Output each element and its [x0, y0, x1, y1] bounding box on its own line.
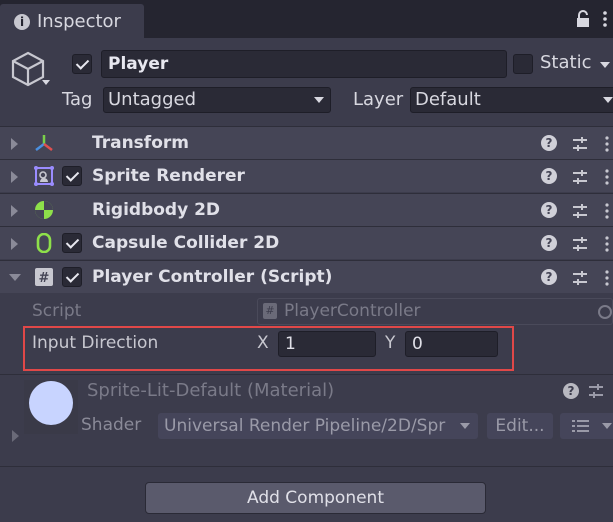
y-label: Y — [385, 333, 396, 353]
sprite-renderer-enabled-checkbox[interactable] — [62, 166, 82, 186]
material-sphere-icon — [29, 381, 73, 425]
script-reference-field: PlayerController — [257, 298, 613, 325]
object-picker-icon[interactable] — [598, 305, 612, 319]
script-file-icon: # — [263, 303, 277, 319]
layer-dropdown-arrow — [603, 97, 613, 103]
component-header-transform[interactable]: Transform ? — [0, 126, 613, 159]
help-icon[interactable]: ? — [541, 168, 557, 184]
foldout-arrow[interactable] — [11, 138, 18, 150]
component-title: Transform — [92, 133, 189, 153]
context-menu-icon[interactable] — [604, 269, 610, 287]
icon-dropdown-arrow[interactable] — [42, 80, 50, 85]
lock-icon[interactable] — [574, 10, 592, 28]
context-menu-icon[interactable] — [604, 202, 610, 220]
layer-dropdown[interactable]: Default — [410, 87, 613, 113]
component-title: Capsule Collider 2D — [92, 233, 280, 253]
presets-icon[interactable] — [571, 202, 589, 220]
tab-title: Inspector — [37, 11, 121, 32]
input-direction-y-field[interactable]: 0 — [405, 331, 498, 357]
presets-icon[interactable] — [571, 135, 589, 153]
static-checkbox[interactable] — [513, 54, 533, 74]
shader-edit-button[interactable]: Edit... — [487, 413, 553, 439]
context-menu-icon[interactable] — [604, 168, 610, 186]
divider — [0, 466, 613, 467]
context-menu-icon[interactable] — [604, 235, 610, 253]
presets-icon[interactable] — [571, 269, 589, 287]
help-icon[interactable]: ? — [541, 269, 557, 285]
shader-label: Shader — [81, 415, 142, 435]
transform-icon — [35, 135, 53, 151]
layer-label: Layer — [353, 89, 404, 110]
svg-text:#: # — [39, 271, 50, 286]
shader-value: Universal Render Pipeline/2D/Spr — [164, 416, 446, 436]
add-component-button[interactable]: Add Component — [145, 482, 486, 514]
presets-icon[interactable] — [571, 168, 589, 186]
gameobject-name-field[interactable]: Player — [101, 50, 507, 78]
x-label: X — [257, 333, 269, 353]
tag-label: Tag — [62, 89, 93, 110]
material-help-icon[interactable]: ? — [563, 383, 579, 399]
component-header-rigidbody-2d[interactable]: Rigidbody 2D ? — [0, 193, 613, 226]
script-label: Script — [32, 301, 82, 321]
foldout-arrow-expanded[interactable] — [9, 274, 21, 281]
shader-dropdown-arrow — [460, 423, 470, 429]
material-title: Sprite-Lit-Default (Material) — [87, 380, 335, 401]
sprite-renderer-icon — [34, 166, 54, 186]
tab-inspector[interactable]: i Inspector — [0, 4, 144, 38]
component-title: Sprite Renderer — [92, 166, 245, 186]
shader-list-button[interactable] — [560, 413, 613, 439]
presets-icon[interactable] — [571, 235, 589, 253]
info-icon: i — [14, 14, 30, 30]
player-controller-enabled-checkbox[interactable] — [62, 267, 82, 287]
static-label: Static — [540, 52, 592, 73]
component-header-capsule-collider-2d[interactable]: Capsule Collider 2D ? — [0, 226, 613, 259]
material-foldout-arrow[interactable] — [12, 430, 19, 442]
component-title: Rigidbody 2D — [92, 200, 221, 220]
component-header-player-controller[interactable]: # Player Controller (Script) ? — [0, 260, 613, 293]
help-icon[interactable]: ? — [541, 135, 557, 151]
foldout-arrow[interactable] — [11, 238, 18, 250]
input-direction-label: Input Direction — [32, 333, 159, 353]
capsule-collider-enabled-checkbox[interactable] — [62, 233, 82, 253]
foldout-arrow[interactable] — [11, 205, 18, 217]
more-options-icon[interactable] — [600, 10, 610, 28]
help-icon[interactable]: ? — [541, 235, 557, 251]
foldout-arrow[interactable] — [11, 171, 18, 183]
gameobject-active-checkbox[interactable] — [72, 54, 92, 74]
shader-dropdown[interactable]: Universal Render Pipeline/2D/Spr — [158, 413, 478, 439]
list-dropdown-arrow — [602, 423, 612, 429]
component-header-sprite-renderer[interactable]: Sprite Renderer ? — [0, 159, 613, 192]
script-icon: # — [35, 268, 53, 286]
tag-dropdown[interactable]: Untagged — [103, 87, 331, 113]
capsule-collider-icon — [36, 233, 52, 253]
material-presets-icon[interactable] — [587, 382, 605, 400]
component-title: Player Controller (Script) — [92, 267, 333, 287]
tag-dropdown-arrow — [314, 97, 324, 103]
help-icon[interactable]: ? — [541, 202, 557, 218]
input-direction-x-field[interactable]: 1 — [278, 331, 376, 357]
context-menu-icon[interactable] — [604, 135, 610, 153]
layer-value: Default — [415, 89, 481, 110]
gameobject-cube-icon[interactable] — [10, 50, 46, 88]
rigidbody-2d-icon — [35, 201, 53, 219]
tag-value: Untagged — [108, 89, 197, 110]
list-icon — [572, 420, 589, 432]
static-dropdown-arrow[interactable] — [600, 62, 610, 68]
